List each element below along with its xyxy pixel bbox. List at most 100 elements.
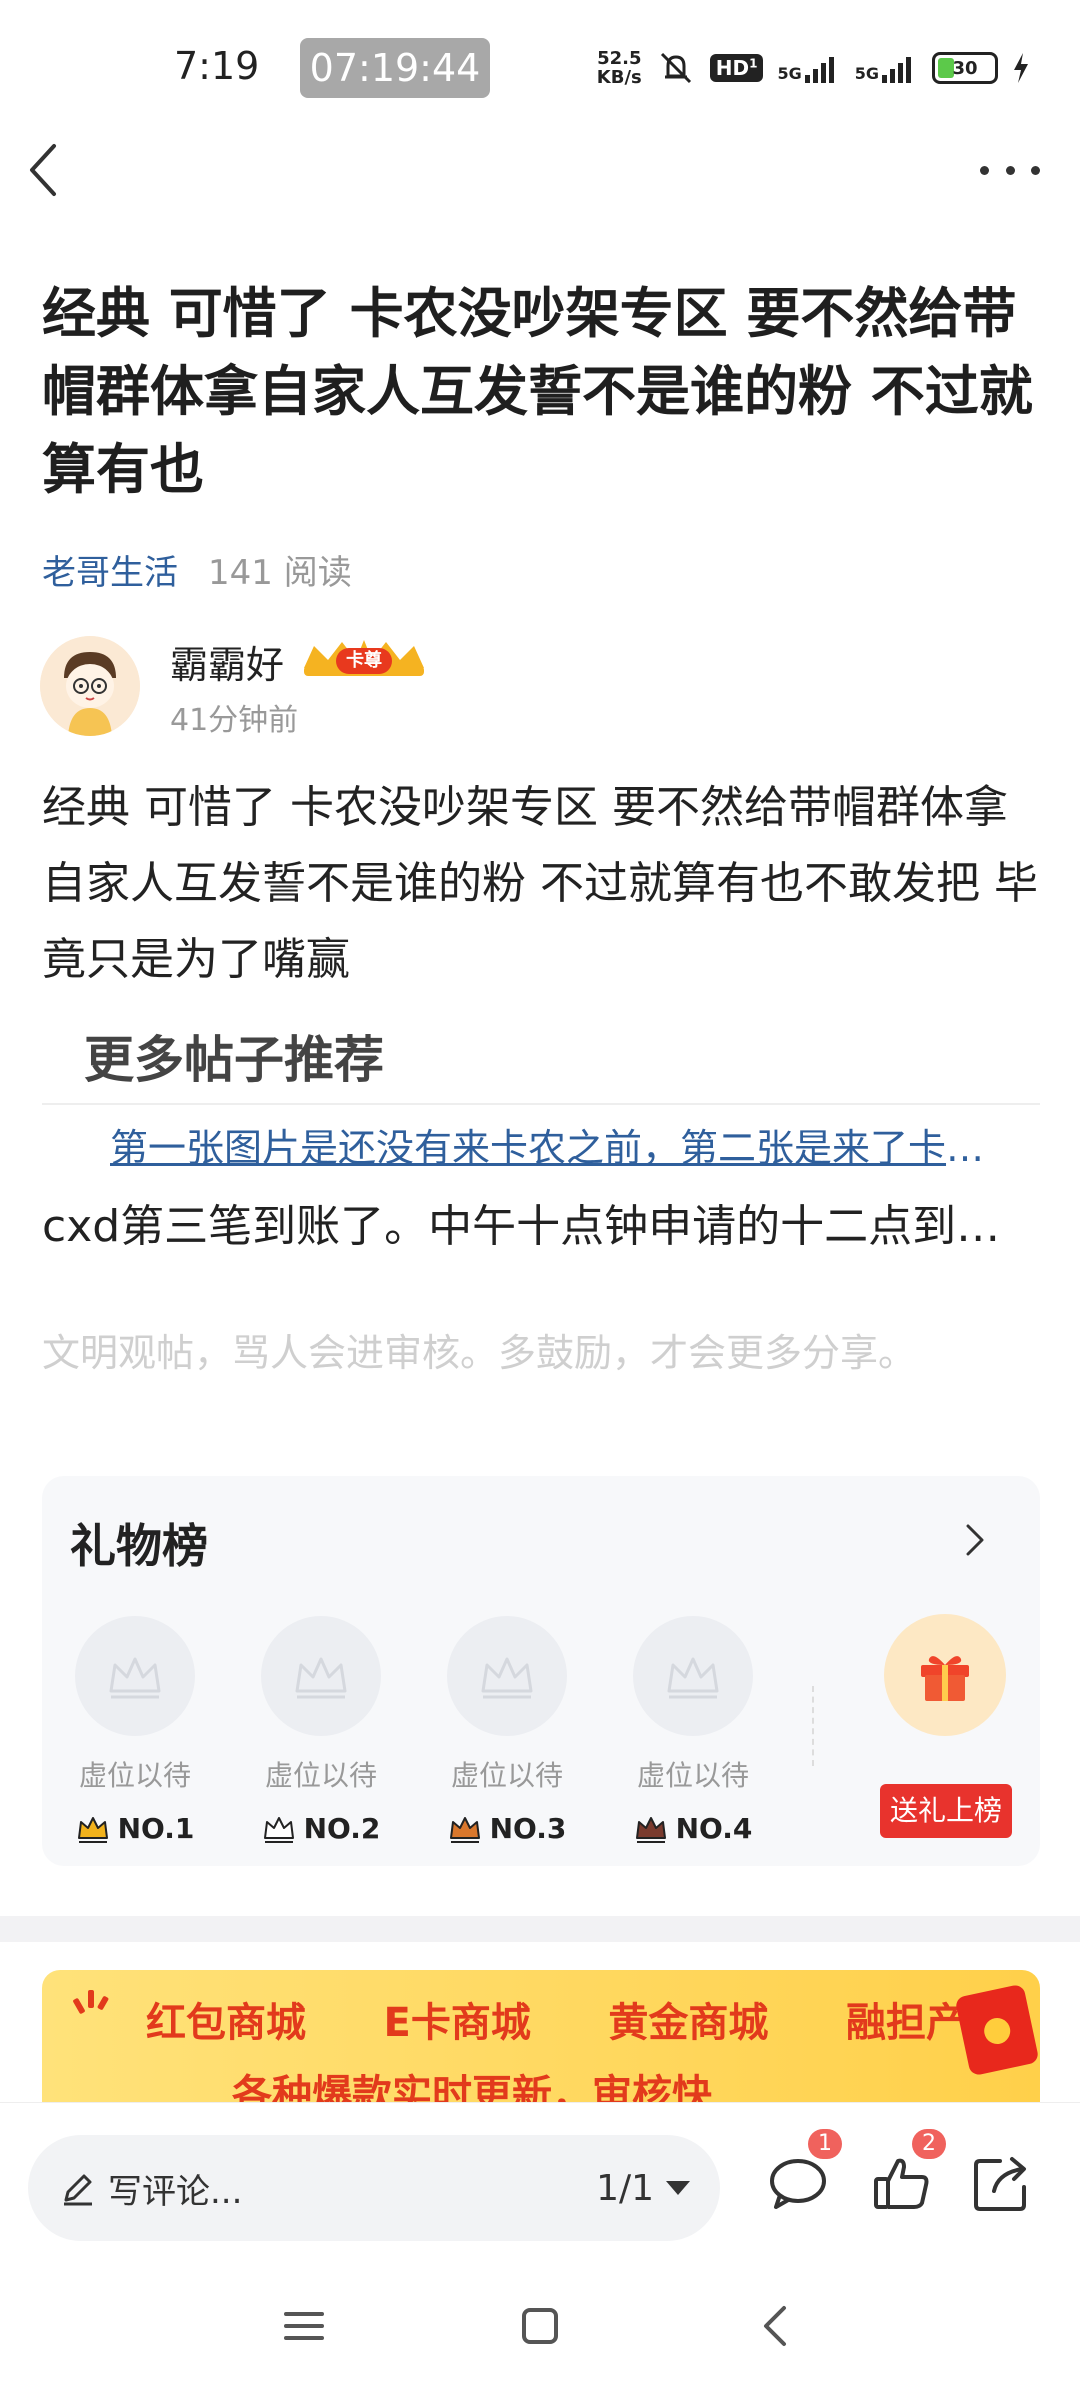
status-indicators: 52.5 KB/s HD1 5G 5G 30 — [597, 46, 1030, 90]
comment-bubble-icon — [770, 2159, 826, 2209]
comment-input[interactable]: 写评论... 1/1 — [28, 2135, 720, 2241]
recommend-link[interactable]: 第一张图片是还没有来卡农之前，第二张是来了卡农之后 — [110, 1120, 1010, 1176]
net-speed-unit: KB/s — [596, 67, 642, 88]
slot-rank-label: NO.3 — [489, 1812, 567, 1845]
clock-overlay: 07:19:44 — [300, 38, 490, 98]
more-dot — [980, 165, 989, 175]
net-speed: 52.5 KB/s — [597, 49, 642, 87]
comment-placeholder: 写评论... — [108, 2171, 243, 2212]
bell-muted-icon — [660, 52, 691, 84]
more-dot — [1005, 165, 1015, 175]
slot-label: 虚位以待 — [450, 1759, 563, 1792]
gift-divider — [812, 1686, 814, 1766]
banner-item[interactable]: 黄金商城 — [608, 1990, 768, 2048]
slot-label: 虚位以待 — [636, 1759, 749, 1792]
gift-list-title: 礼物榜 — [70, 1519, 208, 1573]
hd-indicator: HD1 — [709, 54, 764, 82]
sparkle-icon — [73, 1990, 109, 2014]
gift-slot-4[interactable]: 虚位以待 NO.4 — [618, 1616, 768, 1845]
read-count: 141 阅读 — [208, 553, 352, 593]
author-row: 霸霸好 卡尊 41分钟前 — [40, 634, 430, 739]
crown-outline-icon — [295, 1657, 347, 1699]
comment-button[interactable]: 1 — [766, 2129, 842, 2215]
status-time: 7:19 — [174, 44, 260, 88]
vip-badge: 卡尊 — [298, 638, 430, 684]
status-bar: 7:19 07:19:44 52.5 KB/s HD1 5G 5G 30 — [0, 0, 1080, 132]
caret-down-icon — [666, 2181, 690, 2195]
chevron-right-icon[interactable] — [960, 1520, 990, 1560]
crown-outline-icon — [481, 1657, 533, 1699]
slot-rank: NO.4 — [618, 1812, 768, 1845]
banner-items: 红包商城 E卡商城 黄金商城 融担产品 — [146, 1990, 1006, 2048]
more-dot — [1031, 165, 1040, 175]
slot-label: 虚位以待 — [78, 1759, 191, 1792]
crown-rank-icon — [77, 1816, 108, 1843]
gift-slot-3[interactable]: 虚位以待 NO.3 — [432, 1616, 582, 1845]
gift-button[interactable] — [884, 1614, 1006, 1736]
send-gift-button[interactable]: 送礼上榜 — [880, 1784, 1012, 1838]
post-title: 经典 可惜了 卡农没吵架专区 要不然给带帽群体拿自家人互发誓不是谁的粉 不过就算… — [42, 282, 1033, 501]
empty-slot — [261, 1616, 381, 1736]
battery-level: 30 — [952, 57, 978, 79]
post-meta: 老哥生活 141 阅读 — [42, 545, 352, 594]
net-speed-value: 52.5 — [597, 48, 642, 69]
slot-rank-label: NO.1 — [117, 1812, 195, 1845]
empty-slot — [75, 1616, 195, 1736]
battery-icon: 30 — [932, 52, 998, 84]
signal-bars-icon — [804, 57, 834, 83]
comment-count-badge: 1 — [808, 2129, 842, 2159]
network-type-1: 5G — [777, 64, 802, 83]
bottom-action-bar: 写评论... 1/1 1 2 — [0, 2102, 1080, 2252]
slot-rank: NO.3 — [432, 1812, 582, 1845]
pencil-icon — [64, 2174, 92, 2206]
signal-1: 5G — [777, 53, 840, 83]
like-count-badge: 2 — [912, 2129, 946, 2159]
slot-rank: NO.1 — [60, 1812, 210, 1845]
divider — [42, 1103, 1040, 1105]
signal-bars-icon — [882, 57, 911, 83]
banner-item[interactable]: 红包商城 — [146, 1990, 306, 2048]
vip-badge-label: 卡尊 — [336, 648, 393, 674]
post-time: 41分钟前 — [170, 702, 299, 738]
author-name[interactable]: 霸霸好 — [170, 634, 284, 689]
page-indicator[interactable]: 1/1 — [596, 2168, 690, 2209]
like-button[interactable]: 2 — [870, 2129, 946, 2215]
banner-item[interactable]: E卡商城 — [384, 1990, 531, 2048]
menu-icon[interactable] — [274, 2296, 334, 2356]
crown-rank-icon — [635, 1816, 666, 1843]
gift-box-icon — [921, 1656, 969, 1701]
back-arrow-icon[interactable] — [24, 140, 64, 200]
crown-outline-icon — [667, 1657, 719, 1699]
section-divider — [0, 1916, 1080, 1942]
signal-2: 5G — [855, 53, 918, 83]
back-nav-icon[interactable] — [746, 2296, 806, 2356]
system-nav-bar — [0, 2252, 1080, 2400]
crown-rank-icon — [449, 1816, 480, 1843]
hd-sub: 1 — [749, 56, 758, 71]
avatar-illustration — [40, 636, 140, 736]
slot-rank-label: NO.2 — [303, 1812, 381, 1845]
network-type-2: 5G — [854, 64, 879, 83]
crown-outline-icon — [109, 1657, 161, 1699]
banner-subtitle: 各种爆款实时更新，审核快 — [232, 2072, 712, 2102]
crown-rank-icon — [263, 1816, 294, 1843]
share-icon — [974, 2157, 1026, 2211]
slot-label: 虚位以待 — [264, 1759, 377, 1792]
recommend-heading: 更多帖子推荐 — [84, 1031, 384, 1089]
red-envelope-icon — [954, 1983, 1040, 2077]
civil-note: 文明观帖，骂人会进审核。多鼓励，才会更多分享。 — [42, 1331, 917, 1375]
author-name-row: 霸霸好 卡尊 — [170, 634, 430, 689]
post-body: 经典 可惜了 卡农没吵架专区 要不然给带帽群体拿自家人互发誓不是谁的粉 不过就算… — [42, 782, 1038, 985]
home-icon[interactable] — [510, 2296, 570, 2356]
author-info: 霸霸好 卡尊 41分钟前 — [170, 634, 430, 739]
avatar[interactable] — [40, 636, 140, 736]
promo-banner[interactable]: 红包商城 E卡商城 黄金商城 融担产品 各种爆款实时更新，审核快 — [42, 1970, 1040, 2102]
hd-label: HD — [715, 56, 750, 80]
gift-slot-1[interactable]: 虚位以待 NO.1 — [60, 1616, 210, 1845]
share-button[interactable] — [970, 2151, 1034, 2215]
forum-link[interactable]: 老哥生活 — [42, 545, 178, 594]
recommend-post[interactable]: cxd第三笔到账了。中午十点钟申请的十二点到账了 — [42, 1195, 1012, 1259]
more-dots-icon[interactable] — [980, 150, 1040, 190]
lightning-icon — [1014, 53, 1028, 83]
gift-slot-2[interactable]: 虚位以待 NO.2 — [246, 1616, 396, 1845]
